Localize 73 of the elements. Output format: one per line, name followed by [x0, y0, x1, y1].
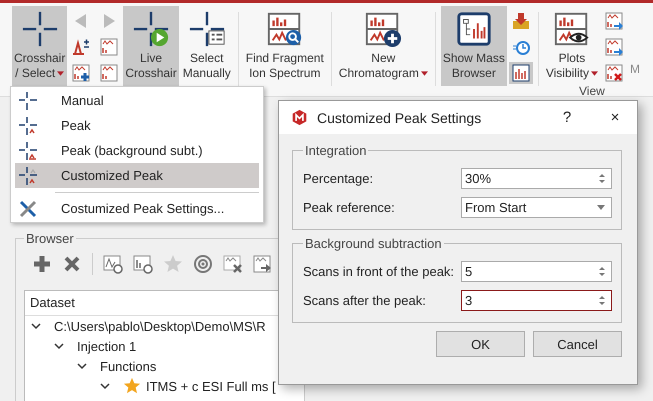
- menu-item[interactable]: Manual: [15, 88, 259, 113]
- chart-delete-icon[interactable]: [223, 254, 243, 274]
- cancel-button[interactable]: Cancel: [533, 331, 622, 357]
- ribbon-button[interactable]: Select Manually: [180, 6, 233, 86]
- crosshair-list-icon: [188, 10, 226, 48]
- chart-delete-icon: [604, 64, 623, 82]
- ribbon-button-label: M: [628, 61, 640, 78]
- target-icon[interactable]: [193, 254, 213, 274]
- panel-title: Browser: [25, 231, 75, 246]
- crosshair-peak-icon: [18, 166, 38, 186]
- chart-add-icon: [364, 10, 402, 48]
- download-icon: [512, 12, 530, 30]
- ribbon-button[interactable]: Show Mass Browser: [440, 6, 507, 86]
- menu-item[interactable]: Customized Peak: [15, 163, 259, 188]
- chart-add-icon: [72, 64, 90, 82]
- ribbon-button[interactable]: Plots Visibility: [544, 6, 600, 86]
- field-label: Peak reference:: [303, 200, 396, 215]
- spin-field[interactable]: 30%: [461, 168, 612, 189]
- menu-item[interactable]: Costumized Peak Settings...: [15, 196, 259, 221]
- field-label: Percentage:: [303, 171, 374, 186]
- crosshair-icon: [18, 90, 38, 110]
- menu-item[interactable]: Peak (background subt.): [15, 138, 259, 163]
- ribbon-button[interactable]: Live Crosshair: [123, 6, 179, 86]
- delete-icon[interactable]: [62, 254, 82, 274]
- crosshair-peak-icon: [18, 140, 38, 160]
- group-title: Integration: [304, 143, 368, 158]
- tree-item[interactable]: C:\Users\pablo\Desktop\Demo\MS\R: [54, 318, 266, 334]
- field-label: Scans after the peak:: [303, 293, 427, 308]
- spin-arrows-icon[interactable]: [599, 266, 605, 277]
- timer-icon: [512, 38, 530, 56]
- star-icon[interactable]: [163, 254, 183, 274]
- chart-icon: [100, 38, 118, 56]
- tree-item[interactable]: Functions: [100, 358, 156, 374]
- spin-arrows-icon[interactable]: [599, 173, 605, 184]
- chart-search-icon: [266, 10, 304, 48]
- chart-export-icon[interactable]: [253, 254, 273, 274]
- ribbon-button[interactable]: Crosshair / Select: [12, 6, 68, 86]
- dialog-title: Customized Peak Settings: [317, 110, 482, 126]
- chevron-down-icon[interactable]: [31, 321, 41, 331]
- bar-chart-icon: [512, 64, 530, 82]
- ribbon-button[interactable]: New Chromatogram: [336, 6, 430, 86]
- chart-add-icon[interactable]: [103, 254, 123, 274]
- crosshair-play-icon: [132, 10, 170, 48]
- group-label: View: [579, 84, 605, 98]
- chevron-down-icon[interactable]: [54, 341, 64, 351]
- spin-field[interactable]: 3: [461, 290, 612, 311]
- chart-export-icon: [604, 12, 623, 30]
- close-button[interactable]: ×: [593, 101, 637, 134]
- add-icon[interactable]: [32, 254, 52, 274]
- bar-chart-add-icon[interactable]: [133, 254, 153, 274]
- tree-item[interactable]: ITMS + c ESI Full ms [: [146, 378, 276, 394]
- chevron-down-icon[interactable]: [77, 361, 87, 371]
- app-logo-icon: [291, 109, 308, 126]
- help-button[interactable]: ?: [545, 101, 589, 134]
- dropdown-field[interactable]: From Start: [461, 197, 612, 218]
- tree-item[interactable]: Injection 1: [77, 338, 136, 354]
- tools-icon: [18, 198, 38, 218]
- spin-field[interactable]: 5: [461, 261, 612, 282]
- caret-icon: [597, 205, 605, 210]
- ok-button[interactable]: OK: [436, 331, 525, 357]
- tree-chart-icon: [454, 10, 493, 48]
- ribbon-button[interactable]: Find Fragment Ion Spectrum: [244, 6, 326, 86]
- group-title: Background subtraction: [304, 236, 443, 251]
- crosshair-peak-icon: [18, 116, 38, 136]
- chart-eye-icon: [552, 10, 591, 48]
- menu-item[interactable]: Peak: [15, 113, 259, 138]
- crosshair-icon: [20, 10, 59, 48]
- chart-icon: [100, 64, 118, 82]
- spin-arrows-icon[interactable]: [599, 295, 605, 306]
- chevron-down-icon[interactable]: [100, 381, 110, 391]
- toolbar-button[interactable]: [508, 62, 533, 84]
- field-label: Scans in front of the peak:: [303, 264, 456, 279]
- peak-icon: [72, 38, 90, 56]
